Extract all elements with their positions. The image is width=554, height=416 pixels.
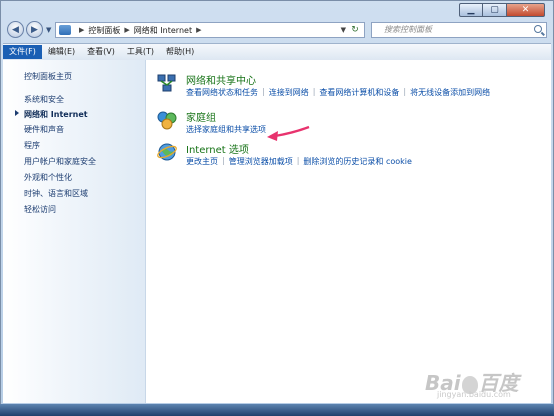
manage-addons-link[interactable]: 管理浏览器加载项 [229, 156, 293, 167]
breadcrumb-chevron-icon[interactable]: ▶ [196, 26, 201, 34]
network-sharing-tasks: 查看网络状态和任务 | 连接到网络 | 查看网络计算机和设备 | 将无线设备添加… [186, 87, 490, 98]
search-icon[interactable] [534, 25, 542, 33]
search-placeholder: 搜索控制面板 [384, 25, 432, 34]
link-divider: | [403, 87, 407, 96]
control-panel-icon [59, 25, 71, 35]
title-bar: ▁ ▢ ✕ ◀ ▶ ▼ ▶ 控制面板 ▶ 网络和 Internet ▶ ▼ ↻ … [1, 1, 553, 41]
address-dropdown-icon[interactable]: ▼ [341, 26, 346, 34]
breadcrumb-network-internet[interactable]: 网络和 Internet [134, 25, 192, 36]
forward-button[interactable]: ▶ [26, 21, 43, 38]
change-homepage-link[interactable]: 更改主页 [186, 156, 218, 167]
window-controls: ▁ ▢ ✕ [459, 3, 545, 17]
internet-options-link[interactable]: Internet 选项 [186, 141, 249, 156]
sidebar-item-hardware-sound[interactable]: 硬件和声音 [24, 124, 64, 135]
maximize-button[interactable]: ▢ [483, 3, 507, 17]
menu-file[interactable]: 文件(F) [3, 45, 42, 59]
menu-tools[interactable]: 工具(T) [121, 45, 160, 59]
network-sharing-center-link[interactable]: 网络和共享中心 [186, 72, 256, 87]
link-divider: | [312, 87, 316, 96]
menu-help[interactable]: 帮助(H) [160, 45, 200, 59]
control-panel-window: ▁ ▢ ✕ ◀ ▶ ▼ ▶ 控制面板 ▶ 网络和 Internet ▶ ▼ ↻ … [0, 0, 554, 410]
back-button[interactable]: ◀ [7, 21, 24, 38]
add-wireless-device-link[interactable]: 将无线设备添加到网络 [410, 87, 490, 98]
annotation-arrow-icon [267, 125, 310, 141]
section-network-sharing-center: 网络和共享中心 查看网络状态和任务 | 连接到网络 | 查看网络计算机和设备 |… [156, 72, 546, 100]
arrow-left-icon: ◀ [12, 24, 19, 35]
content-area: 控制面板主页 系统和安全 网络和 Internet 硬件和声音 程序 用户帐户和… [3, 60, 551, 403]
sidebar-item-appearance[interactable]: 外观和个性化 [24, 172, 72, 183]
homegroup-sharing-options-link[interactable]: 选择家庭组和共享选项 [186, 124, 266, 135]
internet-options-tasks: 更改主页 | 管理浏览器加载项 | 删除浏览的历史记录和 cookie [186, 156, 412, 167]
sidebar-item-ease-of-access[interactable]: 轻松访问 [24, 204, 56, 215]
sidebar-item-clock-language-region[interactable]: 时钟、语言和区域 [24, 188, 88, 199]
network-sharing-icon [157, 74, 176, 92]
section-internet-options: Internet 选项 更改主页 | 管理浏览器加载项 | 删除浏览的历史记录和… [156, 141, 486, 169]
sidebar-item-system-security[interactable]: 系统和安全 [24, 94, 64, 105]
homegroup-link[interactable]: 家庭组 [186, 109, 216, 124]
view-network-computers-link[interactable]: 查看网络计算机和设备 [319, 87, 399, 98]
sidebar: 控制面板主页 系统和安全 网络和 Internet 硬件和声音 程序 用户帐户和… [3, 60, 146, 403]
homegroup-icon [157, 111, 177, 130]
connect-to-network-link[interactable]: 连接到网络 [269, 87, 309, 98]
view-network-status-link[interactable]: 查看网络状态和任务 [186, 87, 258, 98]
history-dropdown-icon[interactable]: ▼ [46, 26, 51, 34]
sidebar-item-user-accounts[interactable]: 用户帐户和家庭安全 [24, 156, 96, 167]
internet-globe-icon [157, 143, 177, 161]
current-item-arrow-icon [15, 110, 19, 116]
minimize-button[interactable]: ▁ [459, 3, 483, 17]
watermark-url: jingyan.baidu.com [437, 390, 511, 399]
menu-edit[interactable]: 编辑(E) [42, 45, 81, 59]
taskbar [0, 404, 554, 416]
breadcrumb-control-panel[interactable]: 控制面板 [88, 25, 120, 36]
arrow-right-icon: ▶ [31, 24, 38, 35]
sidebar-item-network-internet: 网络和 Internet [24, 110, 88, 119]
sidebar-item-programs[interactable]: 程序 [24, 140, 40, 151]
delete-history-link[interactable]: 删除浏览的历史记录和 cookie [303, 156, 412, 167]
menu-bar: 文件(F) 编辑(E) 查看(V) 工具(T) 帮助(H) [3, 43, 551, 61]
link-divider: | [296, 156, 300, 165]
search-input[interactable]: 搜索控制面板 [371, 22, 547, 38]
breadcrumb-chevron-icon[interactable]: ▶ [79, 26, 84, 34]
address-bar[interactable]: ▶ 控制面板 ▶ 网络和 Internet ▶ ▼ ↻ [55, 22, 365, 38]
close-button[interactable]: ✕ [507, 3, 545, 17]
menu-view[interactable]: 查看(V) [81, 45, 121, 59]
homegroup-tasks: 选择家庭组和共享选项 [186, 124, 266, 135]
link-divider: | [222, 156, 225, 165]
breadcrumb-chevron-icon[interactable]: ▶ [124, 26, 129, 34]
sidebar-item-control-panel-home[interactable]: 控制面板主页 [24, 71, 72, 82]
refresh-icon[interactable]: ↻ [348, 24, 362, 36]
navigation-buttons: ◀ ▶ ▼ [7, 21, 51, 38]
link-divider: | [262, 87, 265, 96]
main-panel: 网络和共享中心 查看网络状态和任务 | 连接到网络 | 查看网络计算机和设备 |… [146, 60, 551, 403]
